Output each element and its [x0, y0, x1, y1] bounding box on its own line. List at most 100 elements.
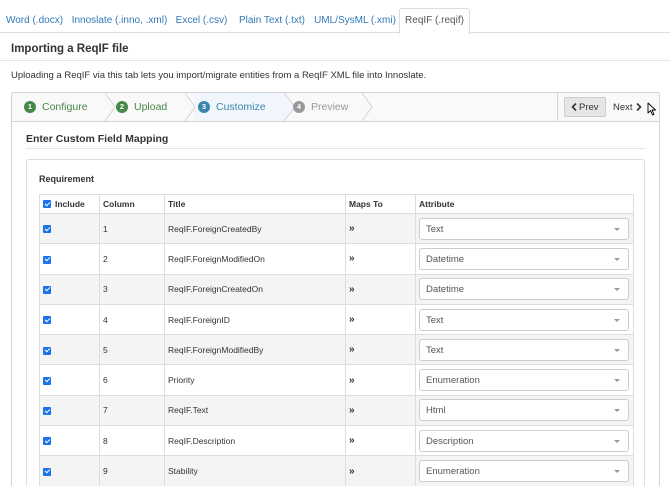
tab-uml-sysml[interactable]: UML/SysML (.xmi)	[311, 8, 399, 33]
caret-down-icon	[614, 379, 620, 383]
maps-to-cell: »	[345, 303, 416, 336]
column-cell: 5	[99, 334, 165, 366]
include-checkbox[interactable]	[43, 407, 51, 416]
wizard-steps: 1 Configure 2 Upload 3 Customize 4 Preview P…	[12, 93, 659, 122]
column-cell: 9	[99, 455, 165, 486]
tab-plain-text[interactable]: Plain Text (.txt)	[233, 8, 311, 33]
mapping-divider	[26, 148, 645, 149]
include-checkbox[interactable]	[43, 437, 51, 446]
include-checkbox[interactable]	[43, 467, 51, 476]
attribute-value: Text	[426, 314, 444, 326]
title-cell: ReqIF.ForeignCreatedBy	[164, 212, 346, 245]
chevron-left-icon	[571, 102, 577, 111]
title-divider	[0, 60, 670, 61]
mapping-card: Requirement Include Column Title Maps To…	[26, 159, 645, 486]
maps-to-icon: »	[349, 344, 355, 356]
caret-down-icon	[614, 288, 620, 292]
include-header: Include	[39, 194, 100, 214]
step-label: Customize	[216, 101, 266, 113]
column-cell: 2	[99, 243, 165, 275]
select-all-checkbox[interactable]	[43, 200, 51, 209]
attribute-select[interactable]: Enumeration	[419, 460, 629, 483]
title-cell: ReqIF.Description	[164, 425, 346, 457]
attribute-value: Text	[426, 344, 444, 356]
attribute-select[interactable]: Datetime	[419, 278, 629, 301]
column-cell: 7	[99, 394, 165, 427]
include-cell	[39, 273, 100, 305]
attribute-select[interactable]: Enumeration	[419, 369, 629, 392]
attribute-select[interactable]: Text	[419, 217, 629, 240]
table-row: 2 ReqIF.ForeignModifiedOn » Datetime	[39, 243, 634, 275]
include-cell	[39, 425, 100, 457]
include-cell	[39, 303, 100, 336]
page-description: Uploading a ReqIF via this tab lets you …	[11, 70, 427, 81]
include-checkbox[interactable]	[43, 346, 51, 355]
step-customize: 3 Customize	[195, 93, 287, 121]
import-wizard: 1 Configure 2 Upload 3 Customize 4 Preview P…	[11, 92, 660, 486]
maps-to-icon: »	[349, 223, 355, 235]
title-cell: ReqIF.ForeignModifiedOn	[164, 243, 346, 275]
caret-down-icon	[614, 348, 620, 352]
column-cell: 6	[99, 364, 165, 396]
column-cell: 8	[99, 425, 165, 457]
step-number: 1	[24, 101, 36, 113]
maps-to-icon: »	[349, 314, 355, 326]
attribute-select[interactable]: Text	[419, 308, 629, 331]
maps-to-cell: »	[345, 243, 416, 275]
table-header-row: Include Column Title Maps To Attribute	[39, 194, 634, 214]
tab-excel[interactable]: Excel (.csv)	[170, 8, 233, 33]
attribute-cell: Datetime	[415, 273, 634, 305]
include-checkbox[interactable]	[43, 225, 51, 234]
attribute-value: Html	[426, 405, 446, 417]
attribute-select[interactable]: Html	[419, 399, 629, 422]
attribute-select[interactable]: Datetime	[419, 247, 629, 270]
table-row: 8 ReqIF.Description » Description	[39, 425, 634, 457]
include-cell	[39, 455, 100, 486]
title-cell: ReqIF.Text	[164, 394, 346, 427]
column-header: Column	[99, 194, 165, 214]
mapping-title: Enter Custom Field Mapping	[26, 133, 169, 145]
table-row: 7 ReqIF.Text » Html	[39, 394, 634, 427]
maps-to-icon: »	[349, 283, 355, 295]
maps-to-cell: »	[345, 212, 416, 245]
prev-label: Prev	[579, 102, 599, 113]
attribute-select[interactable]: Description	[419, 429, 629, 452]
table-row: 5 ReqIF.ForeignModifiedBy » Text	[39, 334, 634, 366]
wizard-actions: Prev Next	[557, 93, 659, 121]
include-cell	[39, 334, 100, 366]
attribute-cell: Text	[415, 334, 634, 366]
step-separator-icon	[361, 93, 373, 121]
include-checkbox[interactable]	[43, 316, 51, 325]
maps-to-cell: »	[345, 273, 416, 305]
import-format-tabs: Word (.docx) Innoslate (.inno, .xml) Exc…	[0, 0, 670, 34]
tab-reqif[interactable]: ReqIF (.reqif)	[399, 8, 470, 34]
attribute-cell: Description	[415, 425, 634, 457]
next-button[interactable]: Next	[606, 97, 649, 117]
maps-to-cell: »	[345, 334, 416, 366]
title-cell: ReqIF.ForeignModifiedBy	[164, 334, 346, 366]
maps-to-cell: »	[345, 425, 416, 457]
step-number: 4	[293, 101, 305, 113]
attribute-select[interactable]: Text	[419, 338, 629, 361]
step-label: Preview	[311, 101, 349, 113]
table-row: 6 Priority » Enumeration	[39, 364, 634, 396]
prev-button[interactable]: Prev	[564, 97, 606, 117]
entity-class-title: Requirement	[39, 174, 95, 184]
step-label: Configure	[42, 101, 88, 113]
maps-to-icon: »	[349, 435, 355, 447]
include-checkbox[interactable]	[43, 285, 51, 294]
maps-to-header: Maps To	[345, 194, 416, 214]
table-row: 3 ReqIF.ForeignCreatedOn » Datetime	[39, 273, 634, 305]
maps-to-cell: »	[345, 455, 416, 486]
include-checkbox[interactable]	[43, 255, 51, 264]
attribute-value: Datetime	[426, 253, 465, 265]
attribute-value: Text	[426, 223, 444, 235]
include-checkbox[interactable]	[43, 376, 51, 385]
include-cell	[39, 394, 100, 427]
attribute-cell: Html	[415, 394, 634, 427]
attribute-value: Description	[426, 435, 474, 447]
tab-word[interactable]: Word (.docx)	[0, 8, 69, 33]
maps-to-icon: »	[349, 253, 355, 265]
tab-innoslate[interactable]: Innoslate (.inno, .xml)	[69, 8, 170, 33]
caret-down-icon	[614, 470, 620, 474]
